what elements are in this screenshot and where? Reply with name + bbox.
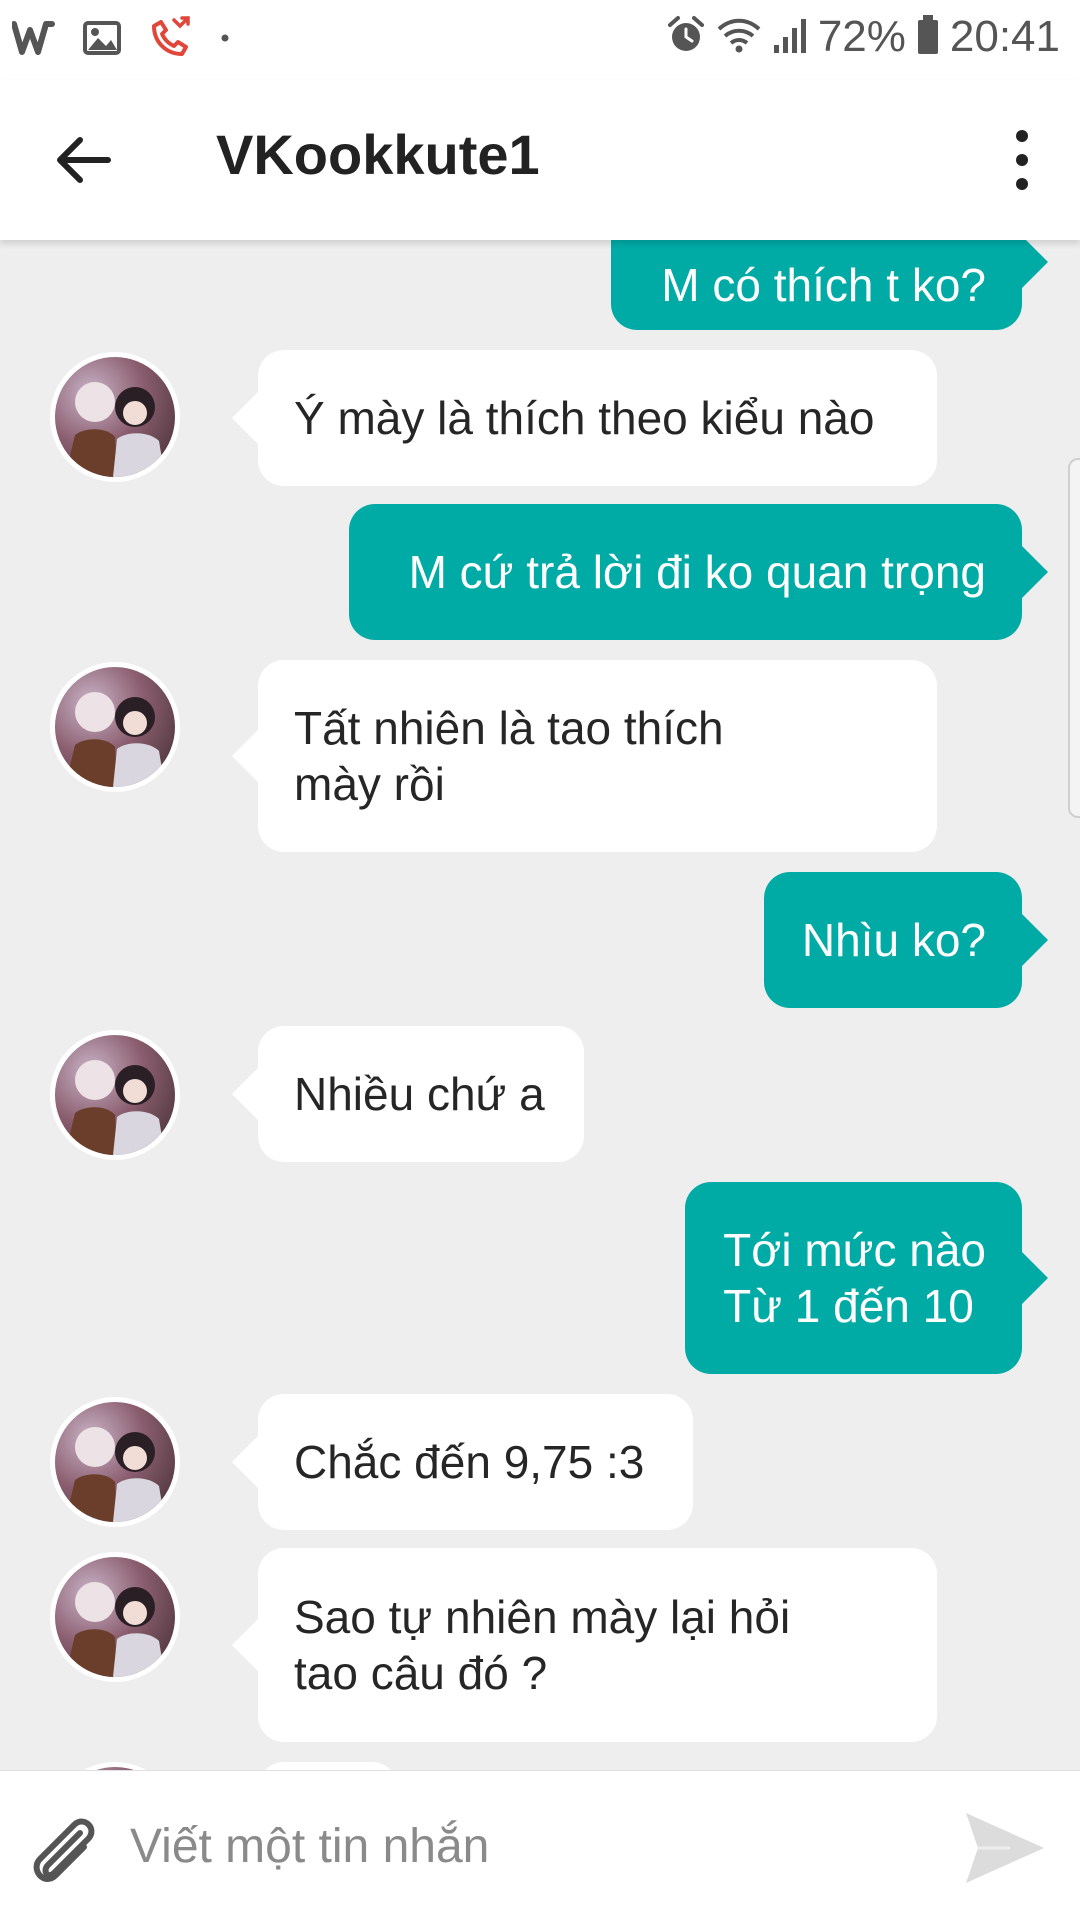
back-arrow-icon bbox=[50, 137, 120, 199]
signal-icon bbox=[772, 15, 808, 60]
message-text: Chắc đến 9,75 :3 bbox=[294, 1436, 645, 1488]
message-text: Nhiều chứ a bbox=[294, 1068, 545, 1120]
send-icon bbox=[960, 1813, 1050, 1897]
more-options-button[interactable] bbox=[992, 120, 1052, 200]
incoming-message[interactable]: Ý mày là thích theo kiểu nào bbox=[232, 350, 937, 486]
incoming-message[interactable] bbox=[258, 1762, 398, 1770]
wifi-icon bbox=[716, 15, 762, 60]
scroll-handle[interactable] bbox=[1068, 458, 1080, 818]
missed-call-icon bbox=[148, 16, 192, 65]
message-composer bbox=[0, 1770, 1080, 1920]
attach-button[interactable] bbox=[22, 1809, 108, 1895]
outgoing-message[interactable]: M cứ trả lời đi ko quan trọng bbox=[349, 504, 1048, 640]
status-time: 20:41 bbox=[949, 12, 1060, 61]
paperclip-icon bbox=[22, 1818, 108, 1899]
chat-screen: 72% 20:41 VKookkute1 M có thích t ko? Ý … bbox=[0, 0, 1080, 1920]
back-button[interactable] bbox=[50, 125, 120, 195]
avatar[interactable] bbox=[50, 1397, 180, 1527]
incoming-message[interactable]: Sao tự nhiên mày lại hỏi tao câu đó ? bbox=[232, 1548, 937, 1742]
battery-percent: 72% bbox=[817, 12, 906, 61]
notification-dot-icon bbox=[218, 31, 232, 50]
message-text: M cứ trả lời đi ko quan trọng bbox=[408, 546, 986, 598]
more-vert-icon bbox=[992, 130, 1052, 204]
battery-icon bbox=[916, 14, 940, 61]
incoming-message[interactable]: Tất nhiên là tao thích mày rồi bbox=[232, 660, 937, 852]
incoming-message[interactable]: Nhiều chứ a bbox=[232, 1026, 584, 1162]
wattpad-icon bbox=[11, 18, 56, 63]
chat-header: VKookkute1 bbox=[0, 80, 1080, 240]
message-text: Ý mày là thích theo kiểu nào bbox=[294, 392, 875, 444]
outgoing-message[interactable]: Nhìu ko? bbox=[764, 872, 1048, 1008]
message-list[interactable]: M có thích t ko? Ý mày là thích theo kiể… bbox=[0, 240, 1080, 1770]
outgoing-message[interactable]: M có thích t ko? bbox=[611, 240, 1048, 330]
send-button[interactable] bbox=[960, 1803, 1050, 1893]
message-text: M có thích t ko? bbox=[661, 259, 986, 311]
alarm-icon bbox=[666, 15, 706, 60]
message-input[interactable] bbox=[130, 1801, 910, 1891]
gallery-icon bbox=[82, 18, 122, 63]
message-text: Sao tự nhiên mày lại hỏi tao câu đó ? bbox=[294, 1591, 791, 1699]
message-text: Nhìu ko? bbox=[801, 914, 986, 966]
status-bar: 72% 20:41 bbox=[0, 0, 1080, 80]
message-text: Tất nhiên là tao thích mày rồi bbox=[294, 702, 724, 810]
conversation-title: VKookkute1 bbox=[216, 123, 540, 186]
avatar[interactable] bbox=[50, 1552, 180, 1682]
avatar[interactable] bbox=[50, 1030, 180, 1160]
avatar[interactable] bbox=[50, 662, 180, 792]
message-text: Tới mức nào Từ 1 đến 10 bbox=[723, 1224, 986, 1332]
incoming-message[interactable]: Chắc đến 9,75 :3 bbox=[232, 1394, 693, 1530]
outgoing-message[interactable]: Tới mức nào Từ 1 đến 10 bbox=[685, 1182, 1048, 1374]
avatar[interactable] bbox=[50, 1762, 180, 1770]
avatar[interactable] bbox=[50, 352, 180, 482]
